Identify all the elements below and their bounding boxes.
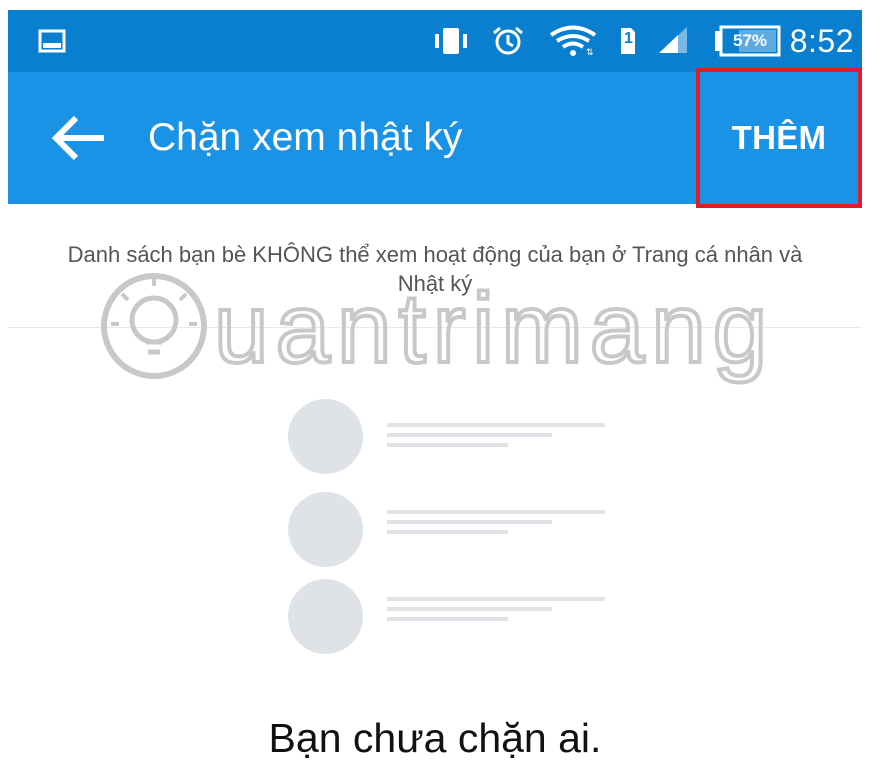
app-bar: Chặn xem nhật ký THÊM bbox=[8, 68, 862, 208]
vibrate-icon bbox=[435, 28, 467, 54]
alarm-icon bbox=[493, 26, 523, 55]
gallery-icon bbox=[38, 29, 66, 53]
placeholder-line bbox=[387, 530, 508, 534]
placeholder-avatar bbox=[288, 579, 363, 654]
wifi-icon: ⇅ bbox=[549, 25, 597, 57]
placeholder-line bbox=[387, 433, 552, 437]
placeholder-line bbox=[387, 617, 508, 621]
empty-state-message: Bạn chưa chặn ai. bbox=[268, 715, 602, 761]
add-button[interactable]: THÊM bbox=[696, 68, 862, 208]
sim-card-icon: 1 bbox=[618, 25, 638, 57]
battery-icon: 57% bbox=[713, 25, 783, 57]
battery-percentage: 57% bbox=[733, 31, 768, 50]
status-bar: ⇅ 1 57% 8:52 bbox=[8, 10, 862, 72]
placeholder-line bbox=[387, 423, 605, 427]
placeholder-row bbox=[286, 399, 616, 474]
page-title: Chặn xem nhật ký bbox=[148, 116, 463, 159]
placeholder-line bbox=[387, 510, 605, 514]
placeholder-row bbox=[286, 579, 616, 654]
status-time: 8:52 bbox=[789, 23, 854, 59]
signal-icon bbox=[659, 27, 687, 53]
main-content: Danh sách bạn bè KHÔNG thể xem hoạt động… bbox=[8, 204, 862, 764]
placeholder-friend-list bbox=[286, 399, 616, 664]
add-button-label: THÊM bbox=[731, 119, 827, 156]
placeholder-avatar bbox=[288, 399, 363, 474]
svg-text:⇅: ⇅ bbox=[586, 48, 594, 57]
placeholder-avatar bbox=[288, 492, 363, 567]
placeholder-line bbox=[387, 607, 552, 611]
blocked-list-description: Danh sách bạn bè KHÔNG thể xem hoạt động… bbox=[67, 242, 803, 296]
back-button[interactable] bbox=[51, 114, 108, 162]
placeholder-line bbox=[387, 520, 552, 524]
placeholder-row bbox=[286, 492, 616, 567]
placeholder-line bbox=[387, 597, 605, 601]
placeholder-line bbox=[387, 443, 508, 447]
divider bbox=[8, 327, 862, 328]
arrow-left-icon bbox=[51, 115, 104, 161]
